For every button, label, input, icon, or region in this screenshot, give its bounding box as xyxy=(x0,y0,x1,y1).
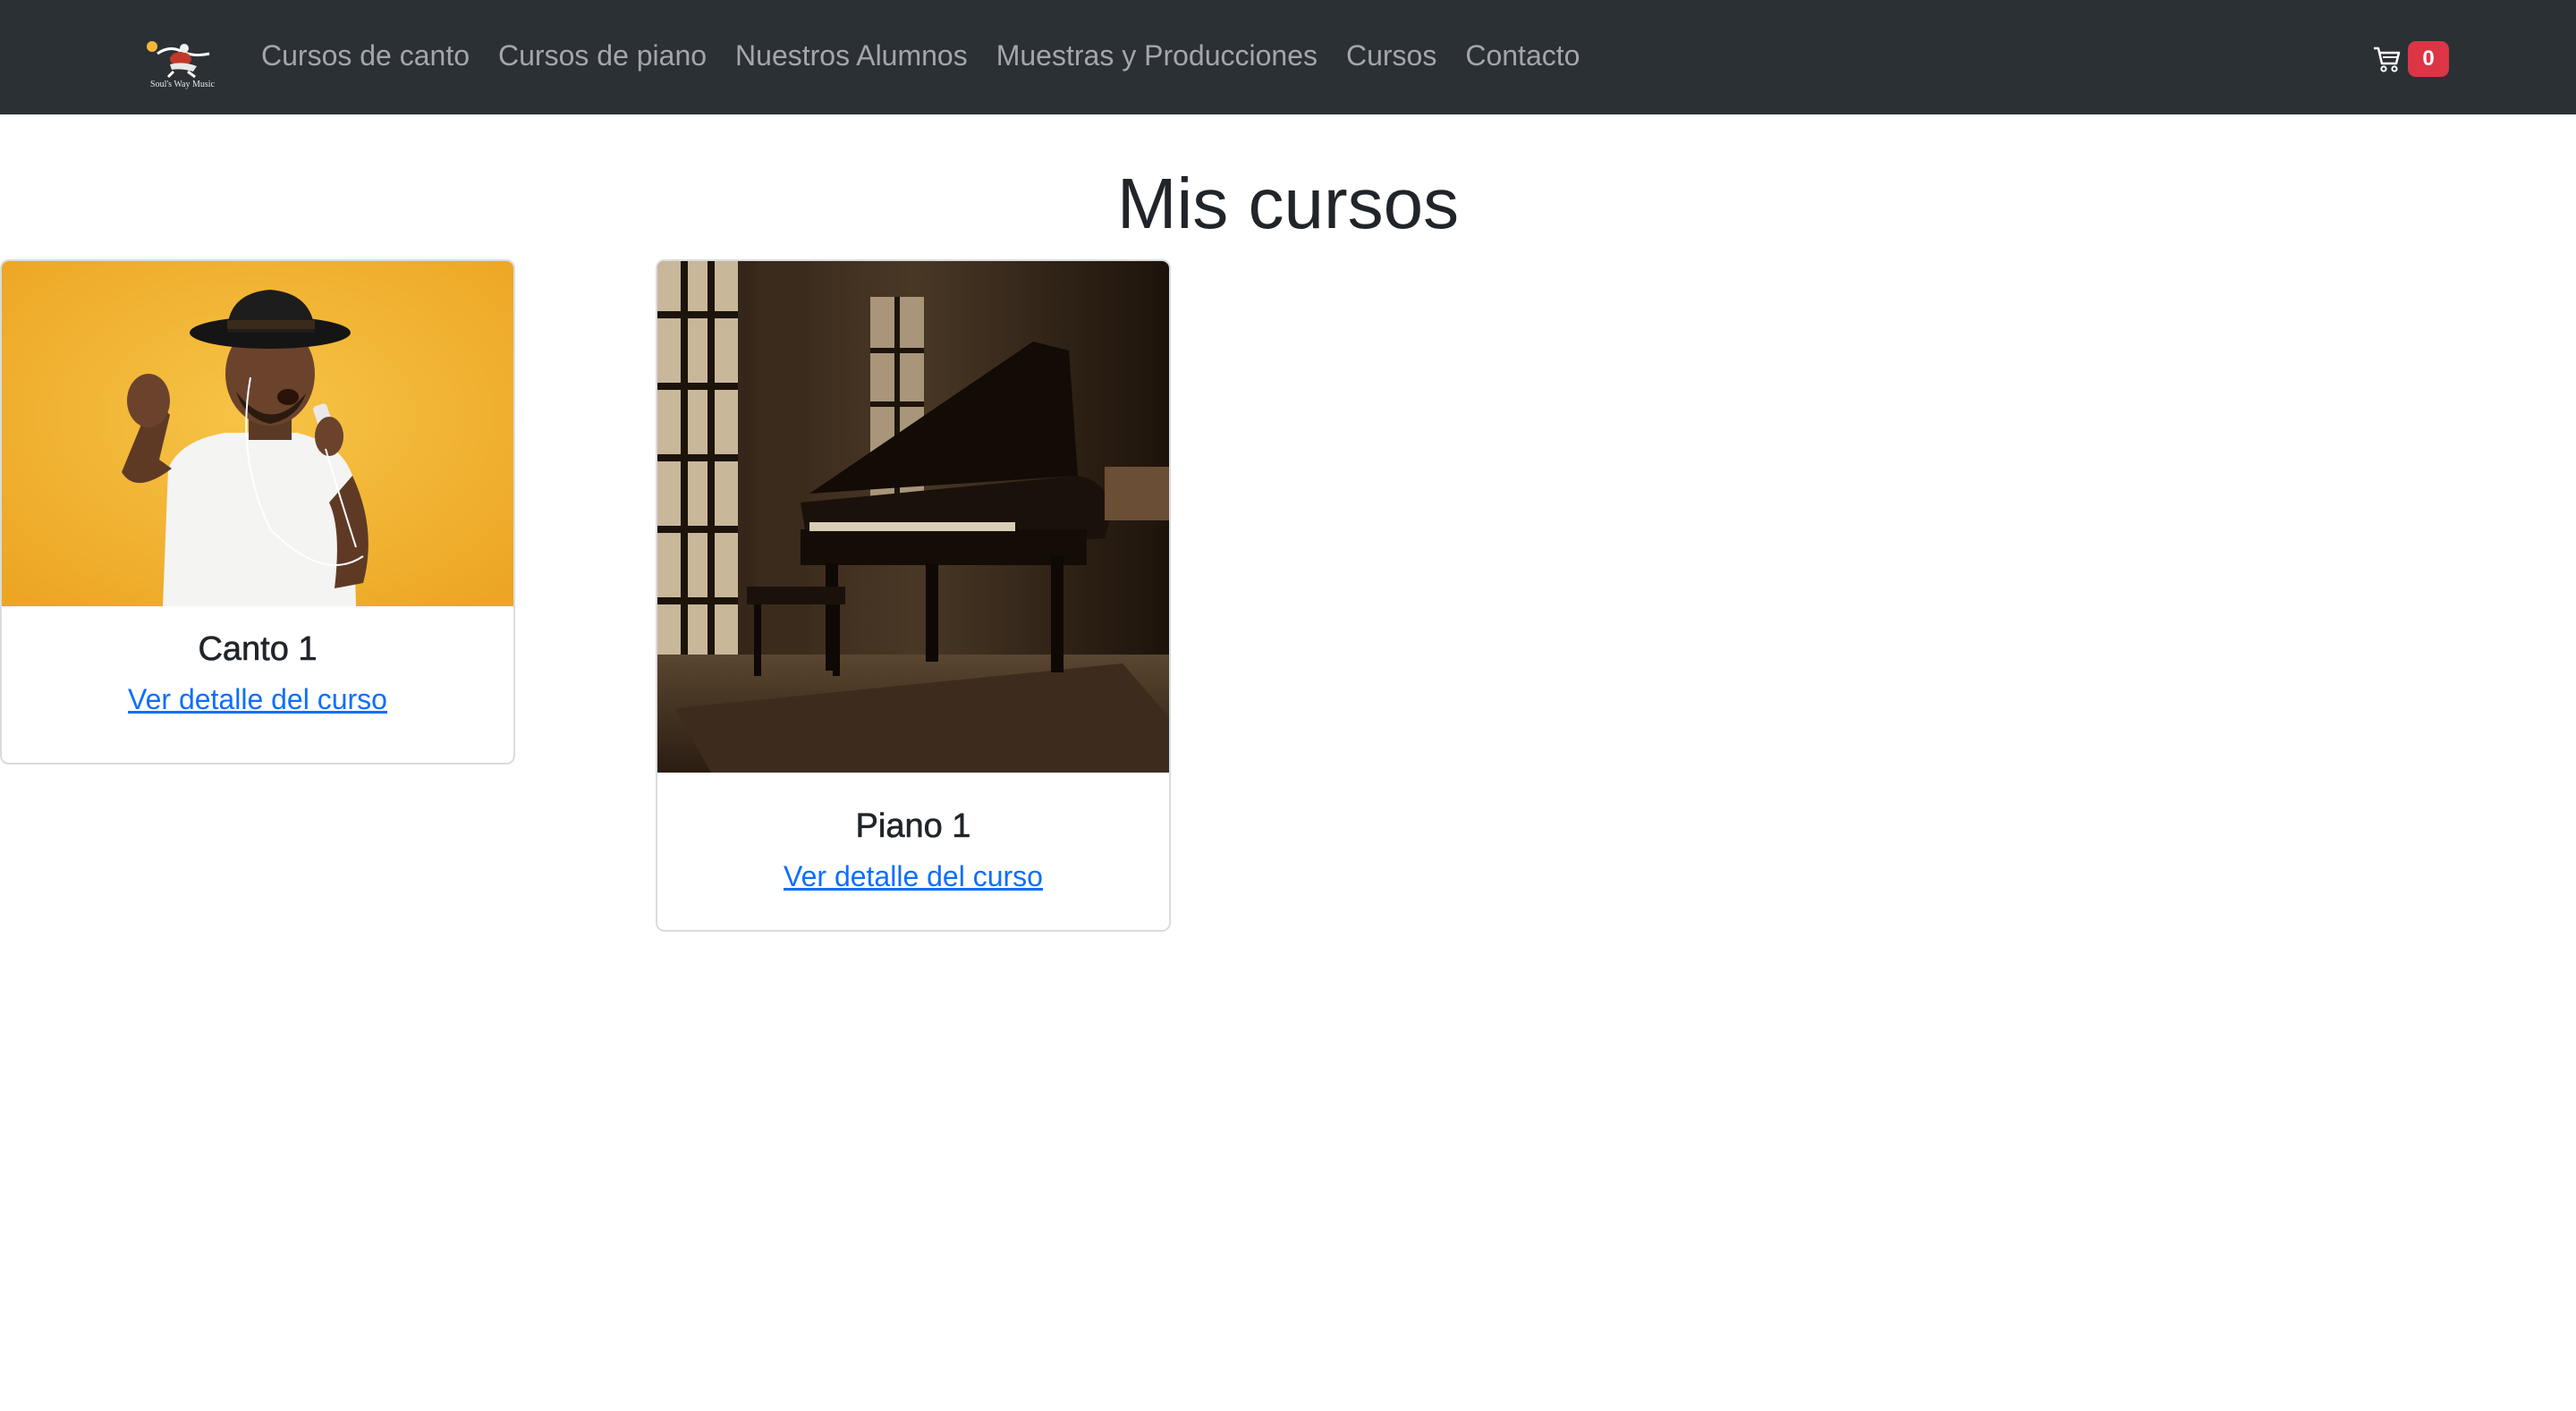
course-card-body: Canto 1 Ver detalle del curso xyxy=(2,628,513,717)
brand-name: Soul's Way Music xyxy=(150,80,215,89)
navbar: Soul's Way Music Cursos de canto Cursos … xyxy=(0,0,2576,114)
browser-page: Soul's Way Music Cursos de canto Cursos … xyxy=(0,0,2576,1411)
course-image-singer xyxy=(2,261,513,606)
course-detail-link[interactable]: Ver detalle del curso xyxy=(784,858,1043,894)
nav-links: Cursos de canto Cursos de piano Nuestros… xyxy=(261,39,1580,72)
page-title: Mis cursos xyxy=(1116,164,1460,243)
course-title: Canto 1 xyxy=(198,630,318,669)
nav-link-muestras-y-producciones[interactable]: Muestras y Producciones xyxy=(996,39,1318,72)
nav-link-nuestros-alumnos[interactable]: Nuestros Alumnos xyxy=(735,39,968,72)
course-detail-link[interactable]: Ver detalle del curso xyxy=(128,681,387,717)
brand-logo[interactable]: Soul's Way Music xyxy=(143,36,220,93)
course-image-piano xyxy=(657,261,1169,773)
course-title: Piano 1 xyxy=(855,807,971,846)
piano-photo xyxy=(657,261,1169,773)
course-card-body: Piano 1 Ver detalle del curso xyxy=(657,805,1169,894)
course-card: Piano 1 Ver detalle del curso xyxy=(656,259,1171,932)
nav-link-cursos-de-piano[interactable]: Cursos de piano xyxy=(498,39,707,72)
nav-link-cursos[interactable]: Cursos xyxy=(1346,39,1436,72)
cart-count-badge: 0 xyxy=(2408,41,2449,77)
cart-button[interactable]: 0 xyxy=(2372,39,2449,79)
cart-icon xyxy=(2374,46,2401,72)
nav-link-contacto[interactable]: Contacto xyxy=(1465,39,1580,72)
singer-photo xyxy=(2,261,513,606)
nav-link-cursos-de-canto[interactable]: Cursos de canto xyxy=(261,39,470,72)
course-card: Canto 1 Ver detalle del curso xyxy=(0,259,515,765)
